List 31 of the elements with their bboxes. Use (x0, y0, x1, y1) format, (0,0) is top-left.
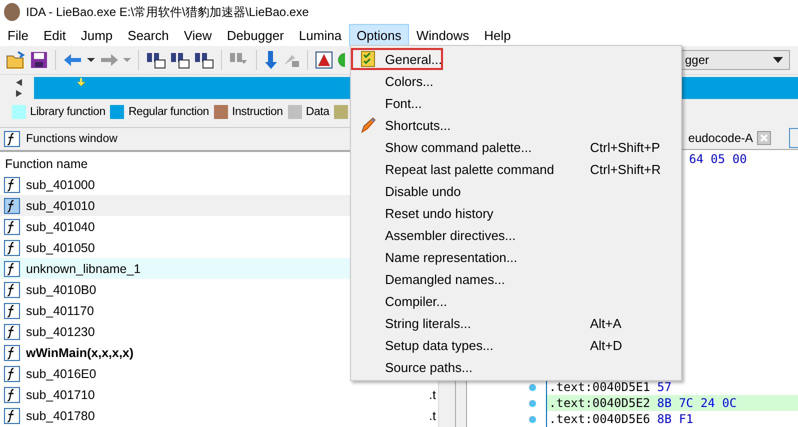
function-name: sub_401170 (26, 304, 94, 318)
hex-bytes: 8B 7C 24 0C (657, 395, 737, 411)
function-name: sub_4010B0 (26, 282, 96, 296)
segment-cell: .t (429, 388, 436, 402)
legend-label: Instruction (232, 106, 283, 118)
window-title: IDA - LieBao.exe E:\常用软件\猎豹加速器\LieBao.exe (26, 4, 309, 20)
function-name: sub_401050 (26, 240, 95, 254)
address: .text:0040D5E1 (549, 379, 650, 395)
hex-bytes: 64 05 00 (689, 152, 747, 166)
function-name: wWinMain(x,x,x,x) (26, 346, 134, 360)
legend-label: Regular function (128, 106, 209, 118)
panel-title: Functions window (26, 133, 118, 145)
address: .text:0040D5E6 (549, 411, 650, 427)
hex-bytes: 8B F1 (657, 411, 694, 427)
function-name: sub_401780 (26, 408, 95, 422)
legend-label: Library function (30, 106, 106, 118)
address: .text:0040D5E2 (549, 395, 650, 411)
function-name: sub_401040 (26, 220, 95, 234)
shortcut-text: Ctrl+Shift+R (590, 162, 661, 176)
function-name: sub_401010 (26, 198, 95, 212)
function-name: sub_401230 (26, 324, 95, 338)
hex-bytes: 57 (657, 379, 672, 395)
shortcut-text: Alt+A (590, 316, 622, 330)
function-name: unknown_libname_1 (26, 262, 141, 276)
function-name: sub_401710 (26, 388, 95, 402)
function-name: sub_4016E0 (26, 366, 96, 380)
legend-label: Data (306, 106, 330, 118)
shortcut-text: Ctrl+Shift+P (590, 140, 660, 154)
segment-cell: .t (429, 408, 436, 422)
function-name: sub_401000 (26, 178, 95, 192)
shortcut-text: Alt+D (590, 338, 622, 352)
